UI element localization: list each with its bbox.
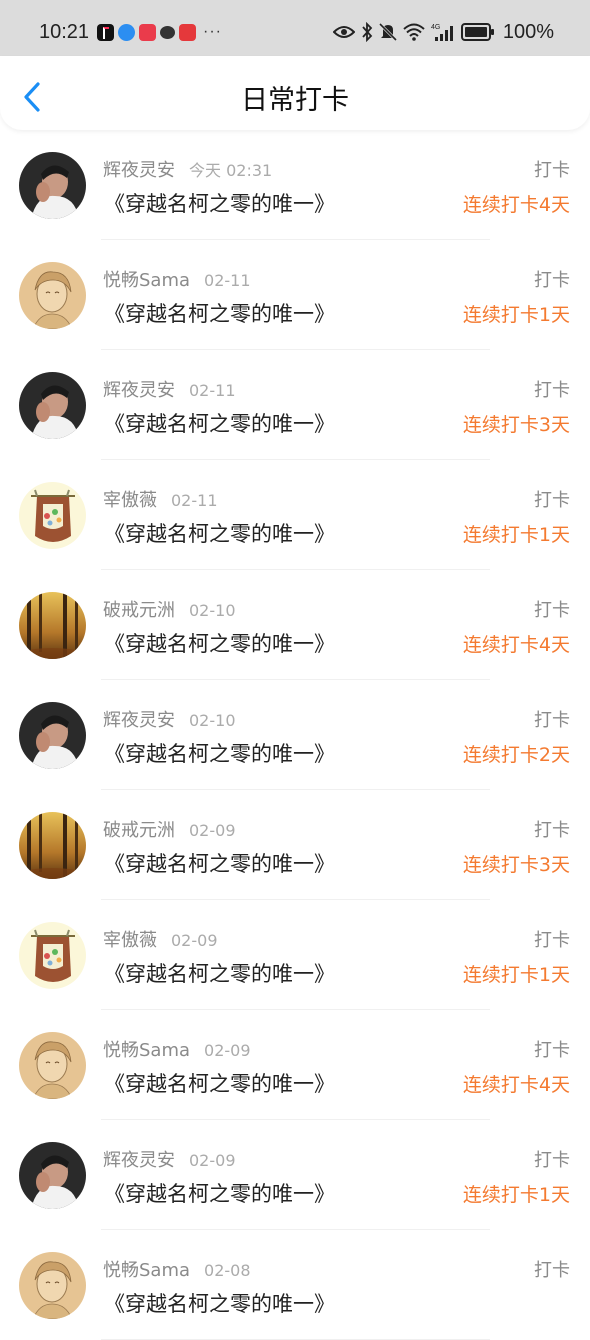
reader-app-icon (179, 23, 196, 41)
avatar[interactable] (19, 1252, 86, 1319)
checkin-row[interactable]: 辉夜灵安 02-09 《穿越名柯之零的唯一》 打卡连续打卡1天 (0, 1120, 590, 1230)
streak-label: 连续打卡3天 (462, 414, 570, 436)
bluetooth-icon (362, 22, 373, 42)
book-title[interactable]: 《穿越名柯之零的唯一》 (104, 408, 335, 438)
streak-label: 连续打卡3天 (462, 854, 570, 876)
streak-label: 连续打卡1天 (462, 964, 570, 986)
checkin-label: 打卡 (534, 1040, 570, 1061)
book-title[interactable]: 《穿越名柯之零的唯一》 (104, 298, 335, 328)
book-title[interactable]: 《穿越名柯之零的唯一》 (104, 1178, 335, 1208)
user-name[interactable]: 悦畅Sama 02-09 (103, 1036, 251, 1062)
tiktok-icon (97, 23, 114, 41)
page-title: 日常打卡 (241, 85, 349, 116)
checkin-row[interactable]: 辉夜灵安 02-10 《穿越名柯之零的唯一》 打卡连续打卡2天 (0, 680, 590, 790)
post-time: 02-09 (189, 1151, 236, 1170)
checkin-label: 打卡 (534, 1260, 570, 1281)
post-time: 02-11 (204, 271, 251, 290)
notification-icons: ··· (97, 22, 222, 42)
book-title[interactable]: 《穿越名柯之零的唯一》 (104, 628, 335, 658)
avatar[interactable] (19, 592, 86, 659)
streak-label: 连续打卡4天 (462, 634, 570, 656)
post-time: 02-10 (189, 711, 236, 730)
post-time: 02-10 (189, 601, 236, 620)
mute-bell-icon (378, 22, 397, 42)
checkin-row[interactable]: 破戒元洲 02-10 《穿越名柯之零的唯一》 打卡连续打卡4天 (0, 570, 590, 680)
more-notifications-icon: ··· (203, 23, 222, 40)
checkin-row[interactable]: 破戒元洲 02-09 《穿越名柯之零的唯一》 打卡连续打卡3天 (0, 790, 590, 900)
streak-label: 连续打卡1天 (462, 304, 570, 326)
avatar[interactable] (19, 372, 86, 439)
checkin-row[interactable]: 悦畅Sama 02-11 《穿越名柯之零的唯一》 打卡连续打卡1天 (0, 240, 590, 350)
message-icon (160, 25, 175, 39)
avatar[interactable] (19, 922, 86, 989)
book-title[interactable]: 《穿越名柯之零的唯一》 (104, 1288, 335, 1318)
avatar[interactable] (19, 1032, 86, 1099)
nav-header: 日常打卡 (0, 56, 590, 130)
eye-icon (332, 26, 355, 38)
user-name[interactable]: 辉夜灵安 02-09 (103, 1146, 236, 1172)
checkin-row[interactable]: 辉夜灵安 今天 02:31 《穿越名柯之零的唯一》 打卡连续打卡4天 (0, 130, 590, 240)
checkin-label: 打卡 (534, 600, 570, 621)
post-time: 02-09 (204, 1041, 251, 1060)
checkin-list: 辉夜灵安 今天 02:31 《穿越名柯之零的唯一》 打卡 连续打卡4天 悦畅Sama 02-… (0, 130, 590, 1340)
app-notification-icon (139, 23, 156, 41)
checkin-row[interactable]: 宰傲薇 02-09 《穿越名柯之零的唯一》 打卡连续打卡1天 (0, 900, 590, 1010)
checkin-label: 打卡 (534, 710, 570, 731)
battery-icon (460, 23, 494, 41)
book-title[interactable]: 《穿越名柯之零的唯一》 (104, 188, 335, 218)
avatar[interactable] (19, 152, 86, 219)
user-name[interactable]: 破戒元洲 02-10 (103, 596, 236, 622)
status-bar: 10:21 ··· 4G 100% (0, 0, 590, 56)
book-title[interactable]: 《穿越名柯之零的唯一》 (104, 738, 335, 768)
user-name[interactable]: 破戒元洲 02-09 (103, 816, 236, 842)
checkin-label: 打卡 (534, 160, 570, 181)
network-type-label: 4G (431, 24, 440, 31)
checkin-row[interactable]: 宰傲薇 02-11 《穿越名柯之零的唯一》 打卡连续打卡1天 (0, 460, 590, 570)
user-name[interactable]: 辉夜灵安 今天 02:31 (103, 156, 272, 182)
book-title[interactable]: 《穿越名柯之零的唯一》 (104, 958, 335, 988)
post-time: 今天 02:31 (189, 161, 273, 180)
system-status: 4G 100% (332, 20, 554, 44)
user-name[interactable]: 辉夜灵安 02-10 (103, 706, 236, 732)
wifi-icon (403, 23, 425, 41)
avatar[interactable] (19, 702, 86, 769)
book-title[interactable]: 《穿越名柯之零的唯一》 (104, 848, 335, 878)
post-time: 02-11 (171, 491, 218, 510)
battery-percent: 100% (502, 20, 554, 43)
avatar[interactable] (19, 482, 86, 549)
streak-label: 连续打卡1天 (462, 1184, 570, 1206)
checkin-label: 打卡 (534, 930, 570, 951)
avatar[interactable] (19, 1142, 86, 1209)
avatar[interactable] (19, 262, 86, 329)
post-time: 02-09 (189, 821, 236, 840)
streak-label: 连续打卡4天 (462, 1074, 570, 1096)
post-time: 02-09 (171, 931, 218, 950)
checkin-row[interactable]: 辉夜灵安 02-11 《穿越名柯之零的唯一》 打卡连续打卡3天 (0, 350, 590, 460)
user-name[interactable]: 辉夜灵安 02-11 (103, 376, 236, 402)
checkin-label: 打卡 (534, 380, 570, 401)
book-title[interactable]: 《穿越名柯之零的唯一》 (104, 518, 335, 548)
status-time: 10:21 (39, 21, 90, 43)
signal-icon: 4G (431, 24, 453, 41)
streak-label: 连续打卡4天 (462, 194, 570, 216)
user-name[interactable]: 宰傲薇 02-11 (103, 486, 218, 512)
streak-label: 连续打卡1天 (462, 524, 570, 546)
streak-label: 连续打卡2天 (462, 744, 570, 766)
avatar[interactable] (19, 812, 86, 879)
post-time: 02-11 (189, 381, 236, 400)
browser-icon (118, 23, 135, 41)
post-time: 02-08 (204, 1261, 251, 1280)
checkin-row[interactable]: 悦畅Sama 02-08 《穿越名柯之零的唯一》 打卡 (0, 1230, 590, 1340)
user-name[interactable]: 悦畅Sama 02-11 (103, 266, 251, 292)
user-name[interactable]: 悦畅Sama 02-08 (103, 1256, 251, 1282)
checkin-label: 打卡 (534, 820, 570, 841)
checkin-label: 打卡 (534, 1150, 570, 1171)
checkin-row[interactable]: 悦畅Sama 02-09 《穿越名柯之零的唯一》 打卡连续打卡4天 (0, 1010, 590, 1120)
user-name[interactable]: 宰傲薇 02-09 (103, 926, 218, 952)
book-title[interactable]: 《穿越名柯之零的唯一》 (104, 1068, 335, 1098)
checkin-label: 打卡 (534, 490, 570, 511)
checkin-label: 打卡 (534, 270, 570, 291)
